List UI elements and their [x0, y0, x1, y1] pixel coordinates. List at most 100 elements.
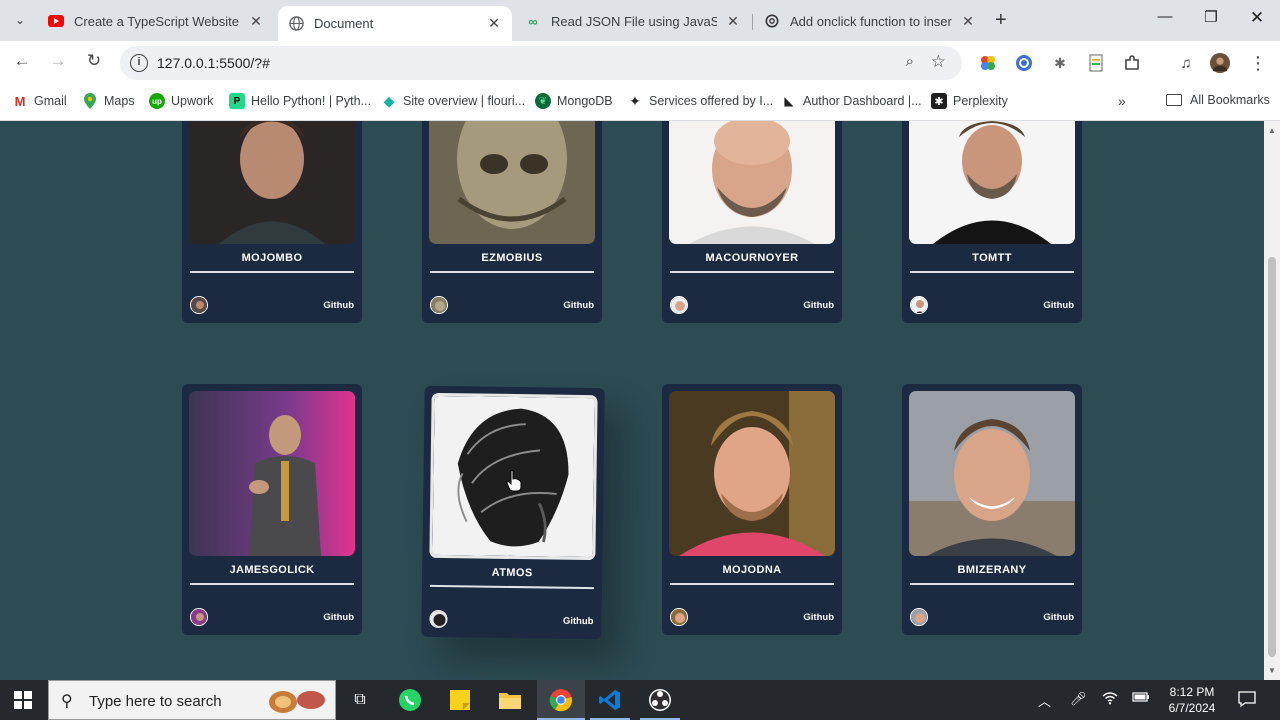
user-photo [429, 121, 595, 244]
openai-icon [764, 13, 780, 29]
card-divider [910, 583, 1074, 585]
clock-time: 8:12 PM [1169, 685, 1215, 699]
restore-button[interactable]: ❐ [1196, 8, 1226, 26]
github-link[interactable]: Github [323, 612, 354, 623]
battery-icon[interactable] [1132, 691, 1150, 706]
tray-overflow-icon[interactable]: ︿ [1038, 691, 1051, 710]
github-link[interactable]: Github [803, 612, 834, 623]
arrow-left-icon: ← [13, 51, 31, 70]
scrollbar-thumb[interactable] [1268, 257, 1276, 657]
document-extension-icon[interactable] [1086, 53, 1106, 73]
bug-extension-icon[interactable]: ✱ [1050, 53, 1070, 73]
user-card-hovered[interactable]: ATMOS Github [421, 385, 605, 640]
user-card[interactable]: EZMOBIUS Github [422, 121, 602, 323]
address-bar[interactable]: i 127.0.0.1:5500/?# ⌕ ☆ [120, 46, 962, 80]
tab-title: Read JSON File using JavaScript [551, 13, 717, 29]
tab-onclick-function[interactable]: Add onclick function to insertA ✕ [754, 6, 986, 36]
new-tab-button[interactable]: + [995, 9, 1007, 32]
close-icon[interactable]: ✕ [960, 13, 976, 30]
extensions-puzzle-icon[interactable] [1122, 53, 1142, 73]
github-link[interactable]: Github [1043, 612, 1074, 623]
bookmark-author-dashboard[interactable]: ◣ Author Dashboard |... [781, 93, 921, 109]
bookmark-gmail[interactable]: M Gmail [12, 93, 67, 109]
card-divider [910, 271, 1074, 273]
sticky-notes-icon[interactable] [448, 688, 472, 712]
window-close-button[interactable]: ✕ [1242, 8, 1272, 28]
user-card[interactable]: BMIZERANY Github [902, 384, 1082, 635]
perplexity-icon: ✱ [931, 93, 947, 109]
close-icon[interactable]: ✕ [486, 15, 502, 32]
avatar [910, 296, 928, 314]
bookmark-upwork[interactable]: up Upwork [149, 93, 213, 109]
user-card[interactable]: MACOURNOYER Github [662, 121, 842, 323]
plus-icon: + [995, 9, 1007, 31]
wifi-icon[interactable] [1102, 691, 1118, 708]
tab-typescript-website[interactable]: Create a TypeScript Website wi ✕ [38, 6, 274, 36]
avatar [190, 296, 208, 314]
notification-icon[interactable] [1238, 691, 1256, 710]
github-link[interactable]: Github [323, 300, 354, 311]
microphone-icon[interactable]: 🎤︎ [1070, 691, 1087, 707]
grammar-extension-icon[interactable] [1014, 53, 1034, 73]
more-menu-icon[interactable]: ⋮ [1248, 53, 1268, 73]
bookmark-site-overview[interactable]: ◆ Site overview | flouri... [381, 93, 525, 109]
whatsapp-icon[interactable] [398, 688, 422, 712]
user-photo [909, 391, 1075, 556]
avatar [429, 609, 448, 629]
bookmark-star-icon[interactable]: ☆ [931, 52, 946, 72]
more-bookmarks-button[interactable]: » [1118, 93, 1126, 109]
search-icon: ⚲ [61, 693, 73, 710]
user-card[interactable]: MOJODNA Github [662, 384, 842, 635]
tab-document[interactable]: Document ✕ [278, 6, 512, 41]
bookmark-label: Hello Python! | Pyth... [251, 94, 371, 108]
diamond-icon: ◆ [383, 92, 395, 109]
media-control-icon[interactable]: ♫ [1176, 53, 1196, 73]
info-icon[interactable]: i [130, 54, 148, 72]
back-button[interactable]: ← [10, 51, 34, 71]
bookmark-perplexity[interactable]: ✱ Perplexity [931, 93, 1008, 109]
address-url[interactable]: 127.0.0.1:5500/?# [157, 55, 270, 71]
infinity-icon: ∞ [528, 13, 538, 29]
tab-search-button[interactable]: ⌄ [8, 8, 32, 32]
tab-strip: ⌄ Create a TypeScript Website wi ✕ Docum… [0, 0, 1280, 41]
restore-icon: ❐ [1204, 9, 1218, 26]
bookmark-maps[interactable]: Maps [82, 93, 135, 109]
file-explorer-icon[interactable] [498, 688, 522, 712]
reload-button[interactable]: ↻ [82, 51, 106, 71]
bookmark-services[interactable]: ✦ Services offered by I... [627, 93, 773, 109]
system-clock[interactable]: 8:12 PM 6/7/2024 [1160, 684, 1224, 716]
zoom-icon[interactable]: ⌕ [906, 53, 914, 70]
scroll-down-icon[interactable]: ▼ [1268, 666, 1276, 675]
page-scrollbar[interactable]: ▲ ▼ [1264, 121, 1280, 680]
username: BMIZERANY [957, 564, 1027, 576]
close-icon[interactable]: ✕ [248, 13, 264, 30]
vscode-icon[interactable] [598, 688, 622, 712]
google-photos-extension-icon[interactable] [978, 53, 998, 73]
chrome-icon[interactable] [549, 688, 573, 712]
github-link[interactable]: Github [563, 616, 594, 627]
all-bookmarks-button[interactable]: All Bookmarks [1166, 93, 1270, 107]
github-link[interactable]: Github [1043, 300, 1074, 311]
task-view-icon[interactable]: ⧉ [348, 688, 372, 712]
user-photo [189, 391, 355, 556]
clock-date: 6/7/2024 [1168, 701, 1216, 715]
user-card[interactable]: JAMESGOLICK Github [182, 384, 362, 635]
obs-icon[interactable] [648, 688, 672, 712]
taskbar-search-placeholder[interactable]: Type here to search [89, 693, 222, 710]
github-link[interactable]: Github [563, 300, 594, 311]
github-link[interactable]: Github [803, 300, 834, 311]
scroll-up-icon[interactable]: ▲ [1268, 126, 1276, 135]
bookmark-hello-python[interactable]: P Hello Python! | Pyth... [229, 93, 371, 109]
forward-button[interactable]: → [46, 51, 70, 71]
tab-read-json[interactable]: ∞ Read JSON File using JavaScript ✕ [515, 6, 751, 36]
windows-taskbar: ⚲ Type here to search ⧉ ︿ 🎤︎ 8:12 PM 6/7… [0, 680, 1280, 720]
search-highlight-image [269, 691, 325, 713]
user-card[interactable]: TOMTT Github [902, 121, 1082, 323]
profile-avatar[interactable] [1210, 53, 1230, 73]
taskbar-search-box[interactable]: ⚲ Type here to search [48, 680, 336, 720]
user-card[interactable]: MOJOMBO Github [182, 121, 362, 323]
windows-start-icon[interactable] [14, 691, 32, 709]
close-icon[interactable]: ✕ [725, 13, 741, 30]
minimize-button[interactable]: — [1150, 8, 1180, 25]
bookmark-mongodb[interactable]: ❦ MongoDB [535, 93, 613, 109]
